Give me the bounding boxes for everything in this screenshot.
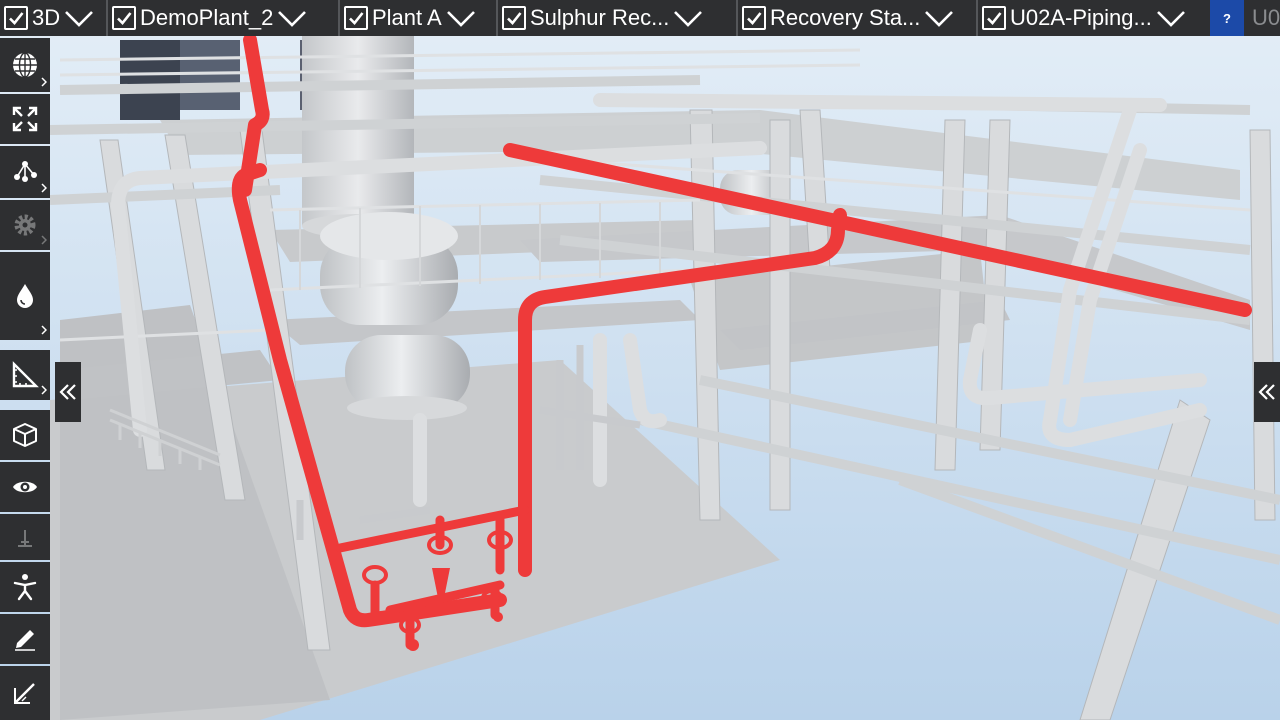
- walk-mode-button[interactable]: [0, 562, 50, 612]
- help-button[interactable]: ?: [1210, 0, 1244, 36]
- breadcrumb-item-sulphur-recovery[interactable]: Sulphur Rec...: [498, 0, 738, 36]
- checkbox-checked-icon[interactable]: [344, 6, 368, 30]
- water-drop-button[interactable]: [0, 252, 50, 340]
- submenu-arrow-icon: [41, 232, 48, 245]
- chevron-down-icon[interactable]: [924, 8, 954, 28]
- walk-person-icon: [13, 574, 37, 601]
- breadcrumb-label: 3D: [32, 5, 61, 30]
- fit-view-icon: [12, 106, 38, 132]
- settings-gear-icon: [14, 214, 36, 236]
- submenu-arrow-icon: [41, 74, 48, 87]
- markup-tool-button[interactable]: [0, 666, 50, 720]
- breadcrumb-label: U02A-Piping...: [1010, 5, 1152, 30]
- globe-button[interactable]: [0, 38, 50, 92]
- checkbox-checked-icon[interactable]: [982, 6, 1006, 30]
- checkbox-checked-icon[interactable]: [112, 6, 136, 30]
- visibility-button[interactable]: [0, 462, 50, 512]
- hierarchy-icon: [14, 161, 37, 182]
- eye-icon: [13, 481, 37, 493]
- breadcrumb-item-3d[interactable]: 3D: [0, 0, 108, 36]
- markup-pencil-button[interactable]: [0, 614, 50, 664]
- checkbox-checked-icon[interactable]: [742, 6, 766, 30]
- double-chevron-left-icon: [1258, 384, 1275, 400]
- water-drop-icon: [17, 284, 33, 308]
- box-3d-button[interactable]: [0, 410, 50, 460]
- left-toolbar: [0, 38, 50, 720]
- anchor-button[interactable]: [0, 514, 50, 560]
- globe-icon: [13, 52, 37, 78]
- submenu-arrow-icon: [41, 382, 48, 395]
- pencil-icon: [15, 630, 35, 651]
- plant-model-render[interactable]: [0, 0, 1280, 720]
- measure-ruler-icon: [12, 361, 39, 388]
- markup-tool-icon: [14, 683, 35, 704]
- chevron-down-icon[interactable]: [673, 8, 703, 28]
- anchor-icon: [18, 530, 32, 547]
- collapse-left-panel-button[interactable]: [55, 362, 81, 422]
- chevron-down-icon[interactable]: [446, 8, 476, 28]
- chevron-down-icon[interactable]: [1156, 8, 1186, 28]
- breadcrumb-label: DemoPlant_2: [140, 5, 274, 30]
- breadcrumb-overflow-label[interactable]: U0: [1252, 0, 1280, 36]
- breadcrumb-item-demoplant[interactable]: DemoPlant_2: [108, 0, 340, 36]
- checkbox-checked-icon[interactable]: [502, 6, 526, 30]
- checkbox-checked-icon[interactable]: [4, 6, 28, 30]
- box-3d-icon: [13, 423, 37, 447]
- 3d-viewport[interactable]: [0, 0, 1280, 720]
- hierarchy-button[interactable]: [0, 146, 50, 198]
- breadcrumb-item-u02a-piping[interactable]: U02A-Piping...: [978, 0, 1208, 36]
- submenu-arrow-icon: [41, 180, 48, 193]
- chevron-down-icon[interactable]: [64, 8, 94, 28]
- submenu-arrow-icon: [41, 322, 48, 335]
- breadcrumb-bar: 3D DemoPlant_2 Plant A Sulphur Rec... Re…: [0, 0, 1280, 36]
- breadcrumb-label: Recovery Sta...: [770, 5, 921, 30]
- settings-button[interactable]: [0, 200, 50, 250]
- breadcrumb-item-recovery-station[interactable]: Recovery Sta...: [738, 0, 978, 36]
- expand-right-panel-button[interactable]: [1254, 362, 1280, 422]
- breadcrumb-label: Sulphur Rec...: [530, 5, 670, 30]
- breadcrumb-label: Plant A: [372, 5, 442, 30]
- fit-view-button[interactable]: [0, 94, 50, 144]
- double-chevron-left-icon: [59, 384, 76, 400]
- breadcrumb-item-plant-a[interactable]: Plant A: [340, 0, 498, 36]
- measure-button[interactable]: [0, 350, 50, 400]
- chevron-down-icon[interactable]: [277, 8, 307, 28]
